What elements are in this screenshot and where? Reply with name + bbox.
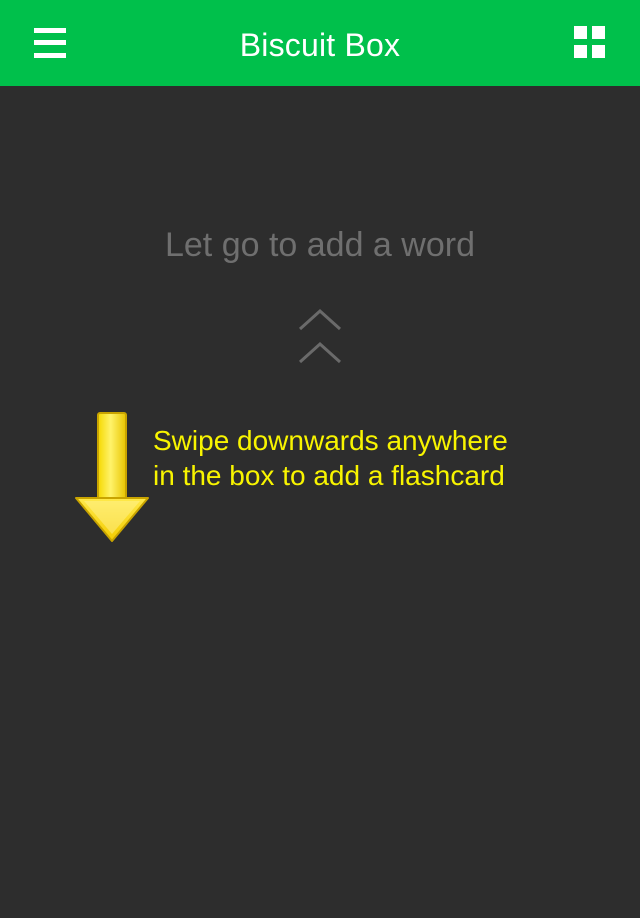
release-hint-text: Let go to add a word <box>164 226 475 264</box>
double-chevron-up-icon <box>298 308 342 364</box>
page-title: Biscuit Box <box>239 27 401 63</box>
tutorial-instruction: Swipe downwards anywhere in the box to a… <box>153 423 623 493</box>
tutorial-line-1: Swipe downwards anywhere <box>153 425 508 456</box>
tutorial-line-2: in the box to add a flashcard <box>153 460 505 491</box>
grid-view-button[interactable] <box>572 25 608 61</box>
down-arrow-icon <box>75 412 149 542</box>
app-header: Biscuit Box <box>0 0 640 86</box>
menu-button[interactable] <box>32 25 68 61</box>
